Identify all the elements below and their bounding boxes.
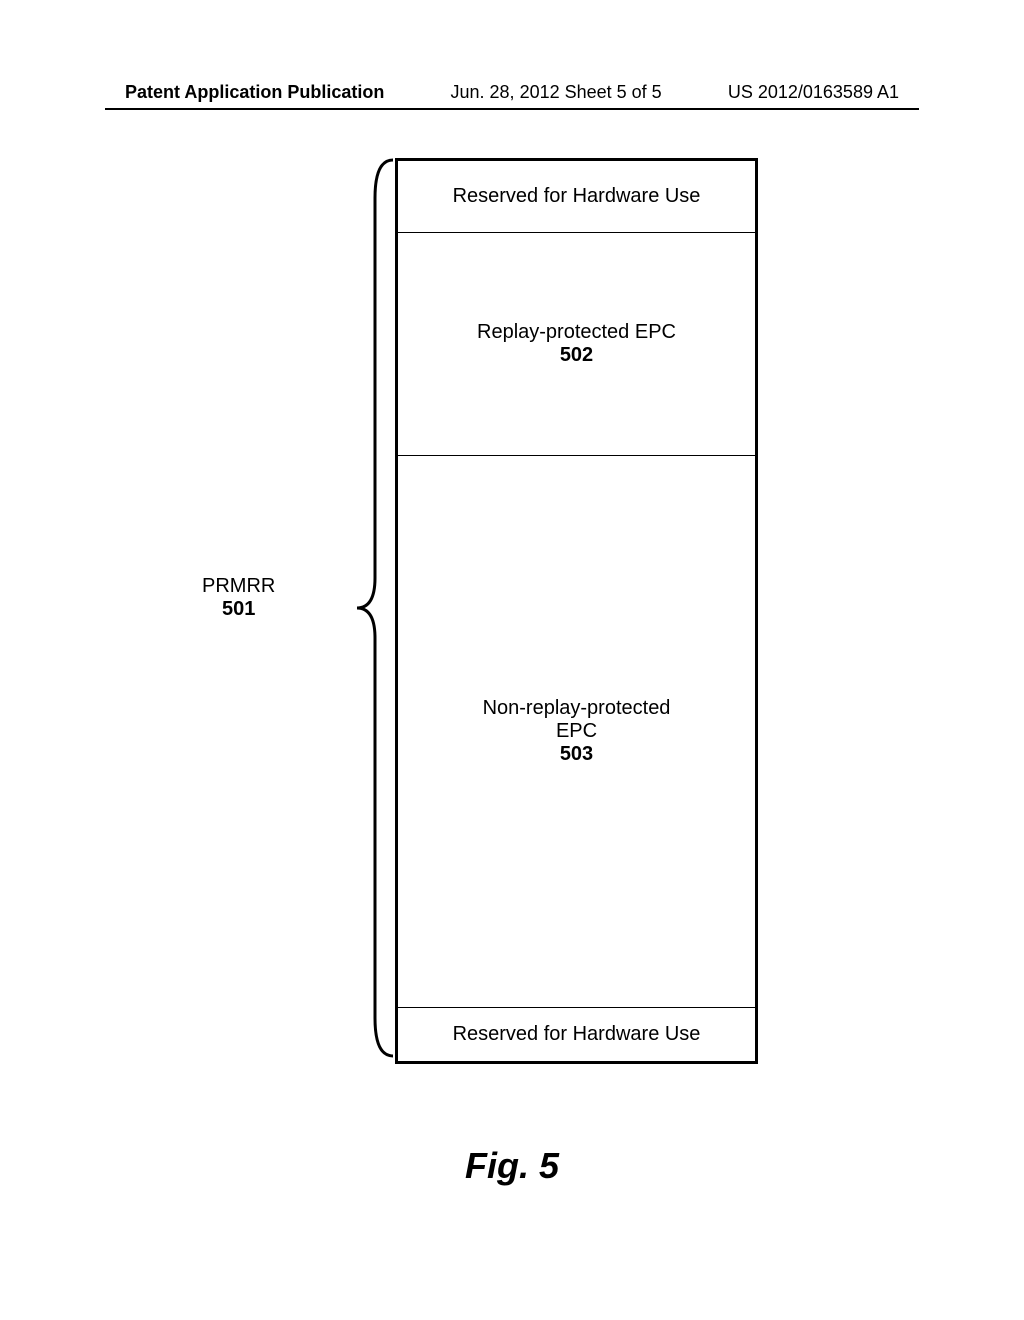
page-header: Patent Application Publication Jun. 28, … (0, 82, 1024, 103)
figure-caption: Fig. 5 (0, 1145, 1024, 1187)
region-hw-bottom: Reserved for Hardware Use (398, 1008, 755, 1061)
region-nonreplay-ref: 503 (560, 743, 593, 766)
header-divider (105, 108, 919, 110)
region-replay-ref: 502 (560, 344, 593, 367)
region-hw-top: Reserved for Hardware Use (398, 161, 755, 233)
header-pub-number: US 2012/0163589 A1 (728, 82, 899, 103)
header-date-sheet: Jun. 28, 2012 Sheet 5 of 5 (451, 82, 662, 103)
region-hw-bottom-label: Reserved for Hardware Use (453, 1023, 701, 1046)
region-nonreplay-epc: Non-replay-protected EPC 503 (398, 456, 755, 1008)
prmrr-label-ref: 501 (202, 598, 275, 621)
prmrr-label-name: PRMRR (202, 575, 275, 598)
prmrr-label: PRMRR 501 (202, 575, 275, 621)
memory-block: Reserved for Hardware Use Replay-protect… (395, 158, 758, 1064)
region-nonreplay-line2: EPC (556, 720, 597, 743)
region-hw-top-label: Reserved for Hardware Use (453, 185, 701, 208)
memory-diagram: Reserved for Hardware Use Replay-protect… (395, 158, 758, 1064)
region-replay-epc: Replay-protected EPC 502 (398, 233, 755, 456)
region-nonreplay-line1: Non-replay-protected (483, 697, 671, 720)
region-replay-name: Replay-protected EPC (477, 321, 676, 344)
brace-icon (355, 158, 395, 1058)
header-pub-type: Patent Application Publication (125, 82, 384, 103)
